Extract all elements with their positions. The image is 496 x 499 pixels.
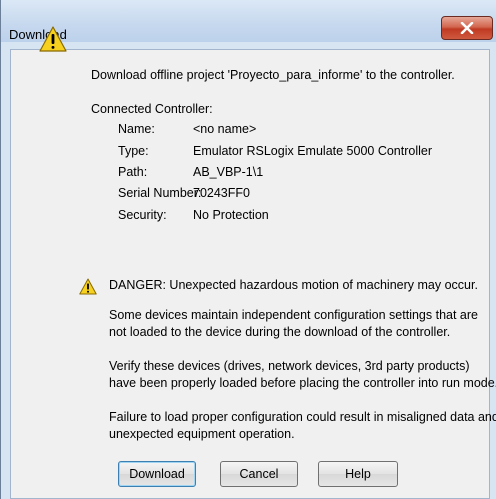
config-note-line-1: Some devices maintain independent config… [109, 308, 478, 322]
name-label: Name: [118, 122, 155, 136]
verify-note-line-1: Verify these devices (drives, network de… [109, 359, 470, 373]
security-label: Security: [118, 208, 167, 222]
config-note-line-2: not loaded to the device during the down… [109, 325, 451, 339]
serial-number-label: Serial Number: [118, 186, 202, 200]
failure-note-line-1: Failure to load proper configuration cou… [109, 410, 496, 424]
connected-controller-label: Connected Controller: [91, 102, 213, 116]
type-label: Type: [118, 144, 149, 158]
verify-note-line-2: have been properly loaded before placing… [109, 376, 496, 390]
path-label: Path: [118, 165, 148, 179]
warning-triangle-icon [39, 26, 67, 52]
download-button[interactable]: Download [118, 461, 196, 487]
close-icon [460, 22, 474, 34]
cancel-button[interactable]: Cancel [220, 461, 298, 487]
name-value: <no name> [193, 122, 257, 136]
help-button[interactable]: Help [318, 461, 398, 487]
title-bar[interactable]: Download [1, 0, 496, 42]
path-value: AB_VBP-1\1 [193, 165, 264, 179]
download-dialog: Download Download offline project 'Proye… [0, 0, 496, 499]
failure-note-line-2: unexpected equipment operation. [109, 427, 295, 441]
close-button[interactable] [441, 16, 493, 40]
warning-triangle-icon [79, 278, 97, 295]
download-headline: Download offline project 'Proyecto_para_… [91, 68, 455, 82]
danger-warning-text: DANGER: Unexpected hazardous motion of m… [109, 278, 478, 292]
type-value: Emulator RSLogix Emulate 5000 Controller [193, 144, 433, 158]
security-value: No Protection [193, 208, 269, 222]
serial-number-value: 70243FF0 [193, 186, 250, 200]
